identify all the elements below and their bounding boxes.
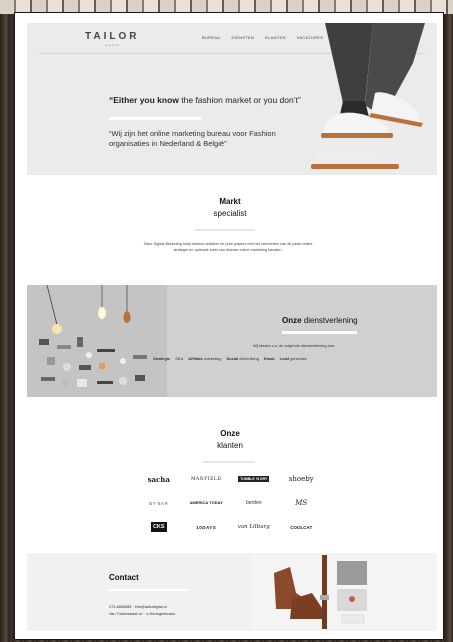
contact-phone-email[interactable]: 073-6868585 · info@tailordigital.nl bbox=[109, 605, 167, 609]
hero-accent-bar bbox=[109, 117, 201, 120]
website-page: TAILOR digital BUREAU DIENSTEN KLANTEN V… bbox=[14, 12, 444, 640]
client-logo-sacha[interactable]: sacha bbox=[148, 475, 170, 484]
service-item: SEA bbox=[175, 356, 183, 361]
contact-title: Contact bbox=[109, 573, 139, 582]
hero-quote-bold: “Either you know bbox=[109, 95, 179, 105]
client-logo-grid: sacha MANFIELD TUMBLE 'N DRY shoeby BY-B… bbox=[135, 467, 325, 539]
services-flatlay-image bbox=[27, 285, 167, 397]
service-item: Social Advertising bbox=[227, 356, 259, 361]
contact-address: Van Tuldenstraat xx · ‘s-Hertogenbosch bbox=[109, 612, 176, 616]
client-logo-berden[interactable]: berden bbox=[246, 500, 262, 506]
services-list: Strategie SEA Affiliate marketing Social… bbox=[153, 356, 307, 361]
markt-description: Tailor Digital Marketing helpt fashion r… bbox=[143, 242, 313, 252]
clients-title: Onze bbox=[220, 429, 240, 438]
contact-divider bbox=[109, 589, 189, 591]
client-logo-america-today[interactable]: AMERICA TODAY bbox=[190, 501, 223, 505]
service-bold: Email bbox=[263, 356, 275, 361]
services-intro: Wij bieden o.a. de volgende dienstverlen… bbox=[253, 344, 335, 348]
hero-sneakers-image bbox=[311, 23, 425, 169]
service-rest: generatie bbox=[289, 356, 307, 361]
nav-item-klanten[interactable]: KLANTEN bbox=[265, 35, 286, 40]
tailor-logo[interactable]: TAILOR digital bbox=[85, 31, 139, 47]
service-item: Strategie bbox=[153, 356, 170, 361]
service-bold: Social bbox=[226, 356, 239, 361]
clients-subtitle: klanten bbox=[217, 441, 243, 450]
client-logo-10days[interactable]: 10DAYS bbox=[196, 525, 216, 530]
nav-item-bureau[interactable]: BUREAU bbox=[202, 35, 220, 40]
markt-title: Markt bbox=[219, 197, 241, 206]
contact-section: Contact 073-6868585 · info@tailordigital… bbox=[27, 553, 437, 631]
markt-divider bbox=[195, 229, 255, 231]
service-item: Lead generatie bbox=[280, 356, 307, 361]
client-logo-van-lilburg[interactable]: van Lilburg bbox=[238, 524, 270, 530]
service-bold: Strategie bbox=[153, 356, 171, 361]
client-logo-ms[interactable]: MS bbox=[295, 499, 307, 507]
client-logo-shoeby[interactable]: shoeby bbox=[289, 475, 314, 483]
hero-quote: “Either you know the fashion market or y… bbox=[109, 95, 301, 105]
service-bold: Affiliate bbox=[188, 356, 203, 361]
client-logo-by-bar[interactable]: BY-BAR bbox=[149, 501, 168, 506]
contact-flatlay-image bbox=[252, 553, 437, 631]
service-rest: Advertising bbox=[238, 356, 259, 361]
hero-quote-rest: the fashion market or you don’t” bbox=[178, 95, 301, 105]
hero-section: TAILOR digital BUREAU DIENSTEN KLANTEN V… bbox=[27, 23, 437, 175]
client-logo-tumble-n-dry[interactable]: TUMBLE 'N DRY bbox=[238, 476, 270, 482]
client-logo-manfield[interactable]: MANFIELD bbox=[191, 477, 222, 482]
nav-item-diensten[interactable]: DIENSTEN bbox=[231, 35, 254, 40]
client-logo-coolcat[interactable]: COOLCAT bbox=[290, 525, 312, 530]
hero-subtitle: “Wij zijn het online marketing bureau vo… bbox=[109, 129, 276, 148]
services-accent-bar bbox=[282, 331, 357, 334]
service-item: Email bbox=[264, 356, 275, 361]
markt-subtitle: specialist bbox=[213, 209, 247, 218]
logo-name: TAILOR bbox=[85, 31, 140, 42]
clients-divider bbox=[203, 461, 255, 463]
service-rest: SEA bbox=[175, 356, 184, 361]
service-rest: marketing bbox=[202, 356, 222, 361]
service-bold: Lead bbox=[279, 356, 289, 361]
services-title-rest: dienstverlening bbox=[301, 316, 358, 325]
services-title-bold: Onze bbox=[282, 316, 302, 325]
services-title: Onze dienstverlening bbox=[282, 316, 358, 325]
logo-sub: digital bbox=[104, 43, 120, 47]
client-logo-cks[interactable]: CKS bbox=[150, 522, 167, 532]
services-section: Onze dienstverlening Wij bieden o.a. de … bbox=[27, 285, 437, 397]
service-item: Affiliate marketing bbox=[188, 356, 221, 361]
